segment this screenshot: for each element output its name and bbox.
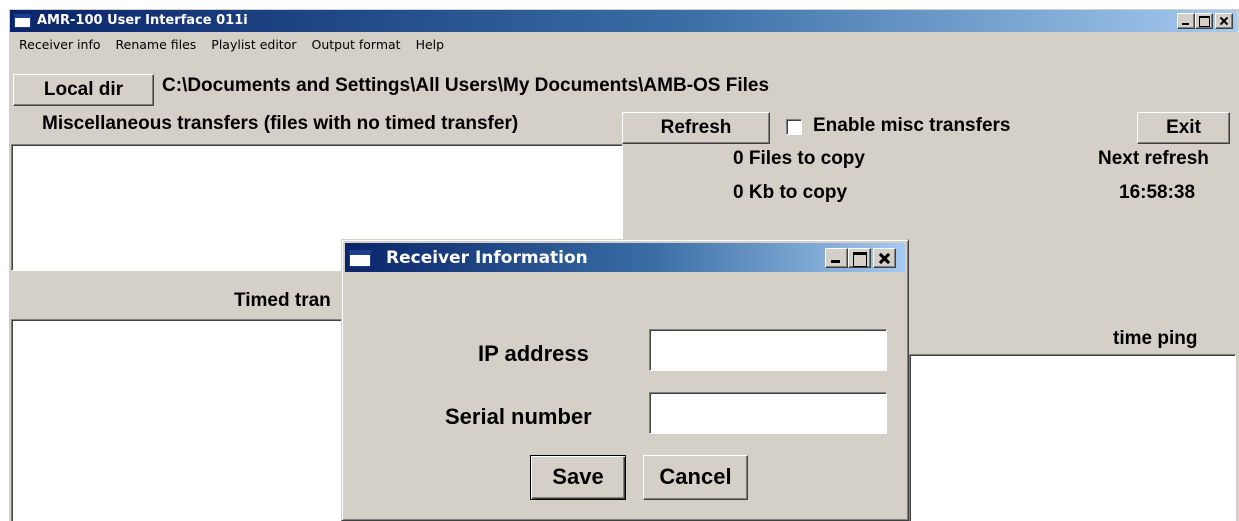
maximize-button[interactable]: [1195, 13, 1213, 29]
menu-bar: Receiver info Rename files Playlist edit…: [10, 33, 451, 55]
window-title: AMR-100 User Interface 011i: [37, 13, 248, 28]
refresh-button[interactable]: Refresh: [622, 112, 770, 144]
serial-number-input[interactable]: [649, 392, 887, 434]
kb-to-copy: 0 Kb to copy: [733, 182, 848, 203]
misc-transfers-heading: Miscellaneous transfers (files with no t…: [42, 113, 519, 134]
menu-output-format[interactable]: Output format: [303, 37, 407, 52]
cancel-button[interactable]: Cancel: [643, 455, 748, 500]
receiver-info-dialog: Receiver Information IP address Serial n…: [341, 239, 909, 521]
close-button[interactable]: [1215, 13, 1233, 29]
caption-buttons: [1177, 13, 1233, 29]
main-title-bar[interactable]: AMR-100 User Interface 011i: [10, 10, 1237, 32]
minimize-button[interactable]: [1177, 13, 1195, 29]
local-dir-path: C:\Documents and Settings\All Users\My D…: [162, 75, 770, 96]
timed-transfers-heading: Timed tran: [234, 290, 331, 311]
timed-transfers-list[interactable]: [11, 319, 351, 521]
local-dir-button[interactable]: Local dir: [13, 74, 154, 106]
timed-ping-list[interactable]: [909, 354, 1236, 521]
serial-number-label: Serial number: [445, 404, 592, 429]
dialog-window-icon: [349, 250, 371, 267]
enable-misc-label: Enable misc transfers: [813, 115, 1011, 136]
next-refresh-time: 16:58:38: [1119, 182, 1196, 203]
files-to-copy: 0 Files to copy: [733, 148, 865, 169]
next-refresh-label: Next refresh: [1098, 148, 1209, 169]
dialog-maximize-button[interactable]: [848, 248, 871, 268]
save-button[interactable]: Save: [530, 455, 626, 500]
menu-help[interactable]: Help: [408, 37, 452, 52]
time-ping-label: time ping: [1113, 328, 1198, 349]
dialog-minimize-button[interactable]: [825, 248, 848, 268]
exit-button[interactable]: Exit: [1137, 112, 1230, 144]
enable-misc-checkbox[interactable]: [786, 119, 802, 135]
dialog-title-bar[interactable]: Receiver Information: [345, 243, 905, 272]
ip-address-input[interactable]: [649, 329, 887, 371]
menu-playlist-editor[interactable]: Playlist editor: [203, 37, 303, 52]
dialog-close-button[interactable]: [873, 248, 896, 268]
ip-address-label: IP address: [478, 341, 589, 366]
menu-receiver-info[interactable]: Receiver info: [10, 37, 108, 52]
dialog-title: Receiver Information: [386, 248, 588, 268]
dialog-caption-buttons: [825, 248, 896, 268]
menu-rename-files[interactable]: Rename files: [108, 37, 204, 52]
app-window-icon: [14, 14, 31, 28]
